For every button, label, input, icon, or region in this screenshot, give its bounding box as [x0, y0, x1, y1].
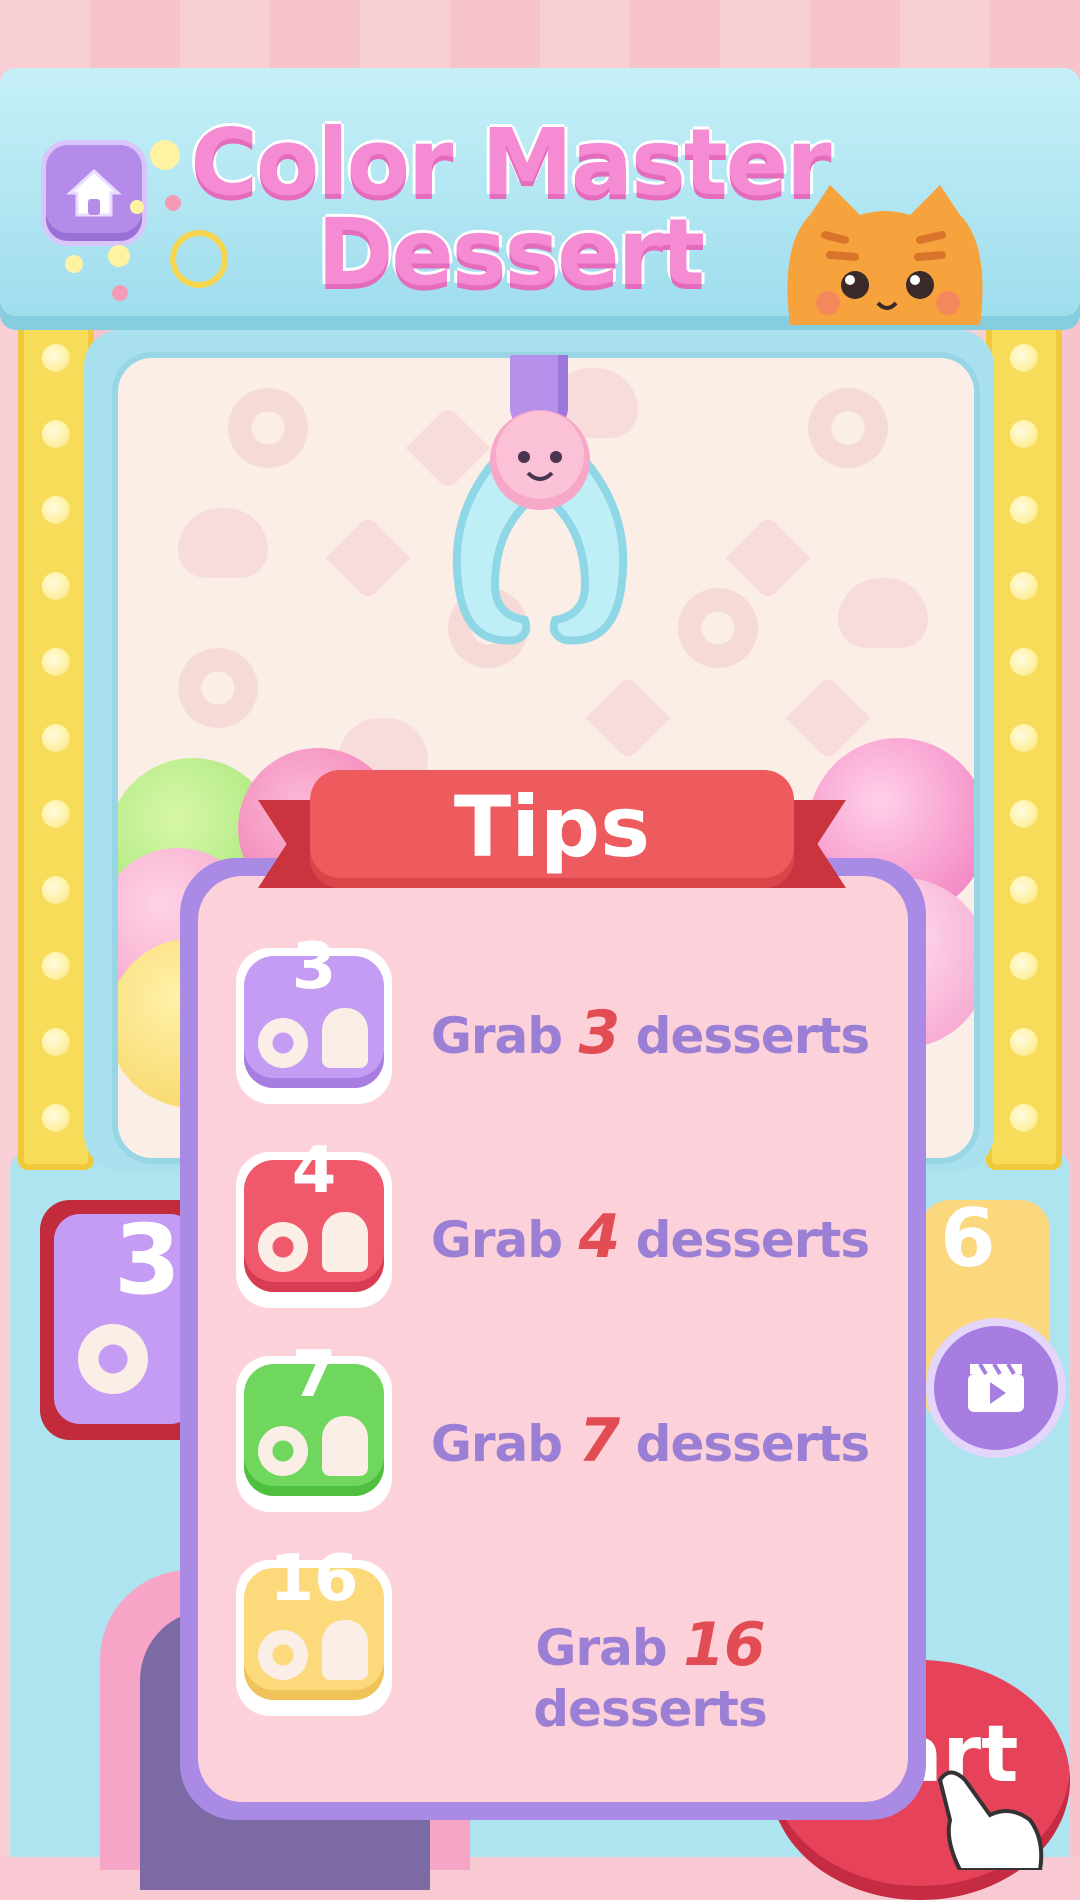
tip-text-prefix: Grab	[430, 1007, 563, 1065]
cat-mascot-icon	[787, 185, 983, 325]
right-light-pillar	[986, 320, 1062, 1170]
level-card-right-count: 6	[940, 1192, 996, 1285]
tip-text-suffix: desserts	[533, 1680, 767, 1738]
tip-text-count: 3	[578, 998, 621, 1068]
tip-text-suffix: desserts	[635, 1211, 870, 1269]
light-bulb	[1010, 572, 1038, 600]
light-bulb	[1010, 1104, 1038, 1132]
light-bulb	[42, 496, 70, 524]
tip-text-count: 16	[683, 1610, 765, 1680]
tip-level-badge: 3	[291, 930, 337, 1004]
tip-level-badge: 7	[291, 1338, 337, 1412]
video-play-icon	[968, 1362, 1024, 1412]
tip-level-icon: 16	[236, 1542, 392, 1716]
light-bulb	[42, 344, 70, 372]
tip-level-icon: 4	[236, 1134, 392, 1308]
light-bulb	[1010, 724, 1038, 752]
watch-video-button[interactable]	[934, 1326, 1058, 1450]
tip-text-suffix: desserts	[635, 1415, 870, 1473]
claw-icon	[452, 410, 628, 645]
light-bulb	[1010, 420, 1038, 448]
light-bulb	[42, 648, 70, 676]
tip-text: Grab 7 desserts	[420, 1406, 880, 1476]
tip-text-prefix: Grab	[430, 1415, 563, 1473]
light-bulb	[42, 420, 70, 448]
level-card-left-count: 3	[114, 1204, 181, 1316]
game-title: Color Master Dessert	[180, 109, 840, 306]
light-bulb	[1010, 1028, 1038, 1056]
light-bulb	[42, 1104, 70, 1132]
tip-text: Grab 4 desserts	[420, 1202, 880, 1272]
home-button[interactable]	[46, 145, 142, 241]
tip-text: Grab 3 desserts	[420, 998, 880, 1068]
home-icon	[66, 168, 122, 217]
pointing-hand-icon	[937, 1770, 1044, 1870]
light-bulb	[42, 952, 70, 980]
tip-level-badge: 16	[269, 1542, 359, 1616]
tip-text-suffix: desserts	[635, 1007, 870, 1065]
light-bulb	[42, 724, 70, 752]
tip-text-count: 4	[578, 1202, 621, 1272]
light-bulb	[1010, 496, 1038, 524]
light-bulb	[1010, 648, 1038, 676]
light-bulb	[1010, 952, 1038, 980]
tip-text-count: 7	[578, 1406, 621, 1476]
tips-title: Tips	[453, 778, 651, 876]
left-light-pillar	[18, 320, 94, 1170]
light-bulb	[42, 572, 70, 600]
light-bulb	[1010, 800, 1038, 828]
tip-text-prefix: Grab	[535, 1619, 667, 1677]
light-bulb	[42, 1028, 70, 1056]
light-bulb	[1010, 344, 1038, 372]
tip-level-badge: 4	[291, 1134, 337, 1208]
light-bulb	[42, 800, 70, 828]
tip-text: Grab 16 desserts	[420, 1610, 880, 1738]
title-line-1: Color Master	[190, 109, 831, 216]
title-line-2: Dessert	[316, 199, 705, 306]
tip-text-prefix: Grab	[430, 1211, 563, 1269]
light-bulb	[42, 876, 70, 904]
tip-level-icon: 7	[236, 1338, 392, 1512]
tip-level-icon: 3	[236, 930, 392, 1104]
light-bulb	[1010, 876, 1038, 904]
